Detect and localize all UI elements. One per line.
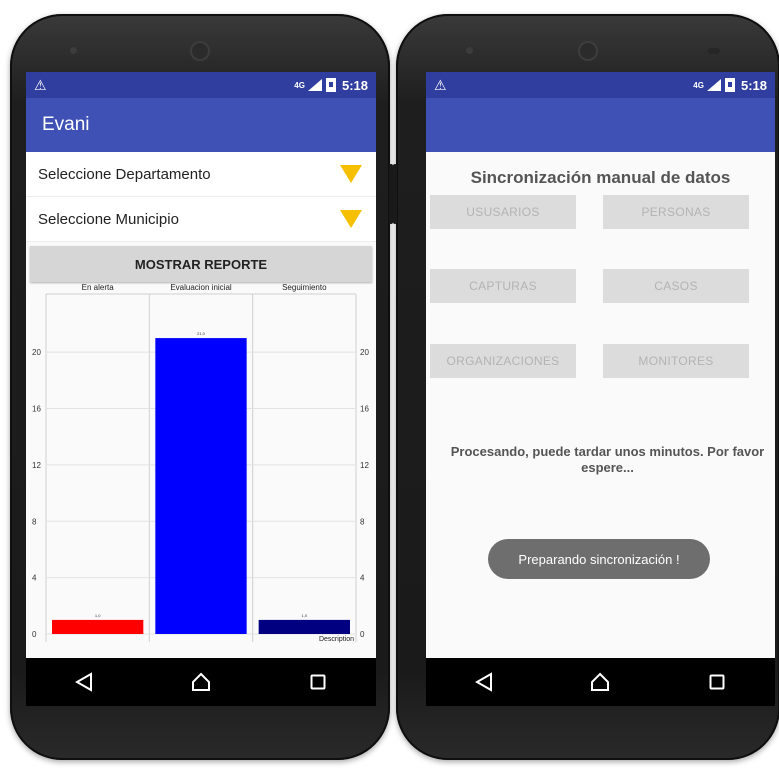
volume-button [393,164,397,224]
dropdown-triangle-icon [340,210,362,228]
home-icon[interactable] [587,669,613,695]
y-tick-label-right: 12 [360,461,369,470]
category-label: Evaluacion inicial [170,283,232,292]
back-triangle-icon[interactable] [71,669,97,695]
bar [155,338,247,634]
category-label: En alerta [82,283,115,292]
app-toolbar [426,98,775,152]
y-tick-label-left: 20 [32,348,41,357]
bar [52,619,144,634]
proximity-dot [466,47,473,54]
recent-apps-icon[interactable] [704,669,730,695]
warning-icon: ⚠ [34,76,47,93]
nav-bar [426,658,775,706]
nav-bar [26,658,376,706]
y-tick-label-left: 4 [32,574,37,583]
personas-button[interactable]: PERSONAS [603,195,749,229]
y-tick-label-left: 8 [32,517,37,526]
departamento-spinner[interactable]: Seleccione Departamento [26,152,376,197]
app-toolbar: Evani [26,98,376,152]
home-icon[interactable] [188,669,214,695]
municipio-label: Seleccione Municipio [38,210,179,228]
y-tick-label-left: 0 [32,630,37,639]
front-camera [190,41,210,61]
phone-left: ⚠ 4G 5:18 Evani Seleccione Departamento … [10,14,393,760]
screen-right: ⚠ 4G 5:18 Sincronización manual de datos… [426,72,775,706]
dropdown-triangle-icon [340,165,362,183]
recent-apps-icon[interactable] [305,669,331,695]
screen-left: ⚠ 4G 5:18 Evani Seleccione Departamento … [26,72,376,706]
category-label: Seguimiento [282,283,327,292]
monitores-button[interactable]: MONITORES [603,344,749,378]
y-tick-label-right: 4 [360,574,365,583]
y-tick-label-right: 0 [360,630,365,639]
bar-value-label: 1,0 [302,613,308,618]
app-title: Evani [42,114,90,135]
proximity-dot [70,47,77,54]
y-tick-label-left: 12 [32,461,41,470]
legend-label: Description [319,636,354,643]
battery-icon [724,78,735,92]
clock: 5:18 [740,77,767,93]
warning-icon: ⚠ [434,76,447,93]
signal-icon [705,79,721,91]
status-bar: ⚠ 4G 5:18 [26,72,376,98]
processing-message: Procesando, puede tardar unos minutos. P… [450,444,765,475]
battery-icon [325,78,336,92]
capturas-button[interactable]: CAPTURAS [430,269,576,303]
usuarios-button[interactable]: USUSARIOS [430,195,576,229]
sensor [708,48,720,54]
y-tick-label-right: 16 [360,405,369,414]
municipio-spinner[interactable]: Seleccione Municipio [26,197,376,242]
casos-button[interactable]: CASOS [603,269,749,303]
mostrar-reporte-button[interactable]: MOSTRAR REPORTE [30,246,372,282]
departamento-label: Seleccione Departamento [38,165,211,183]
phone-right: ⚠ 4G 5:18 Sincronización manual de datos… [393,14,779,760]
signal-icon [306,79,322,91]
organizaciones-button[interactable]: ORGANIZACIONES [430,344,576,378]
y-tick-label-right: 20 [360,348,369,357]
y-tick-label-left: 16 [32,405,41,414]
bar-chart: 0 0 4 4 8 8 12 12 16 16 20 20 En alerta Evaluacion in… [32,283,369,643]
network-type: 4G [294,80,305,90]
status-bar: ⚠ 4G 5:18 [426,72,775,98]
sync-title: Sincronización manual de datos [470,168,731,187]
y-tick-label-right: 8 [360,517,365,526]
bar-value-label: 21,0 [197,331,206,336]
back-triangle-icon[interactable] [471,669,497,695]
bar [258,619,350,634]
sync-toast: Preparando sincronización ! [488,539,710,579]
clock: 5:18 [341,77,368,93]
bar-value-label: 1,0 [95,613,101,618]
network-type: 4G [693,80,704,90]
front-camera [578,41,598,61]
